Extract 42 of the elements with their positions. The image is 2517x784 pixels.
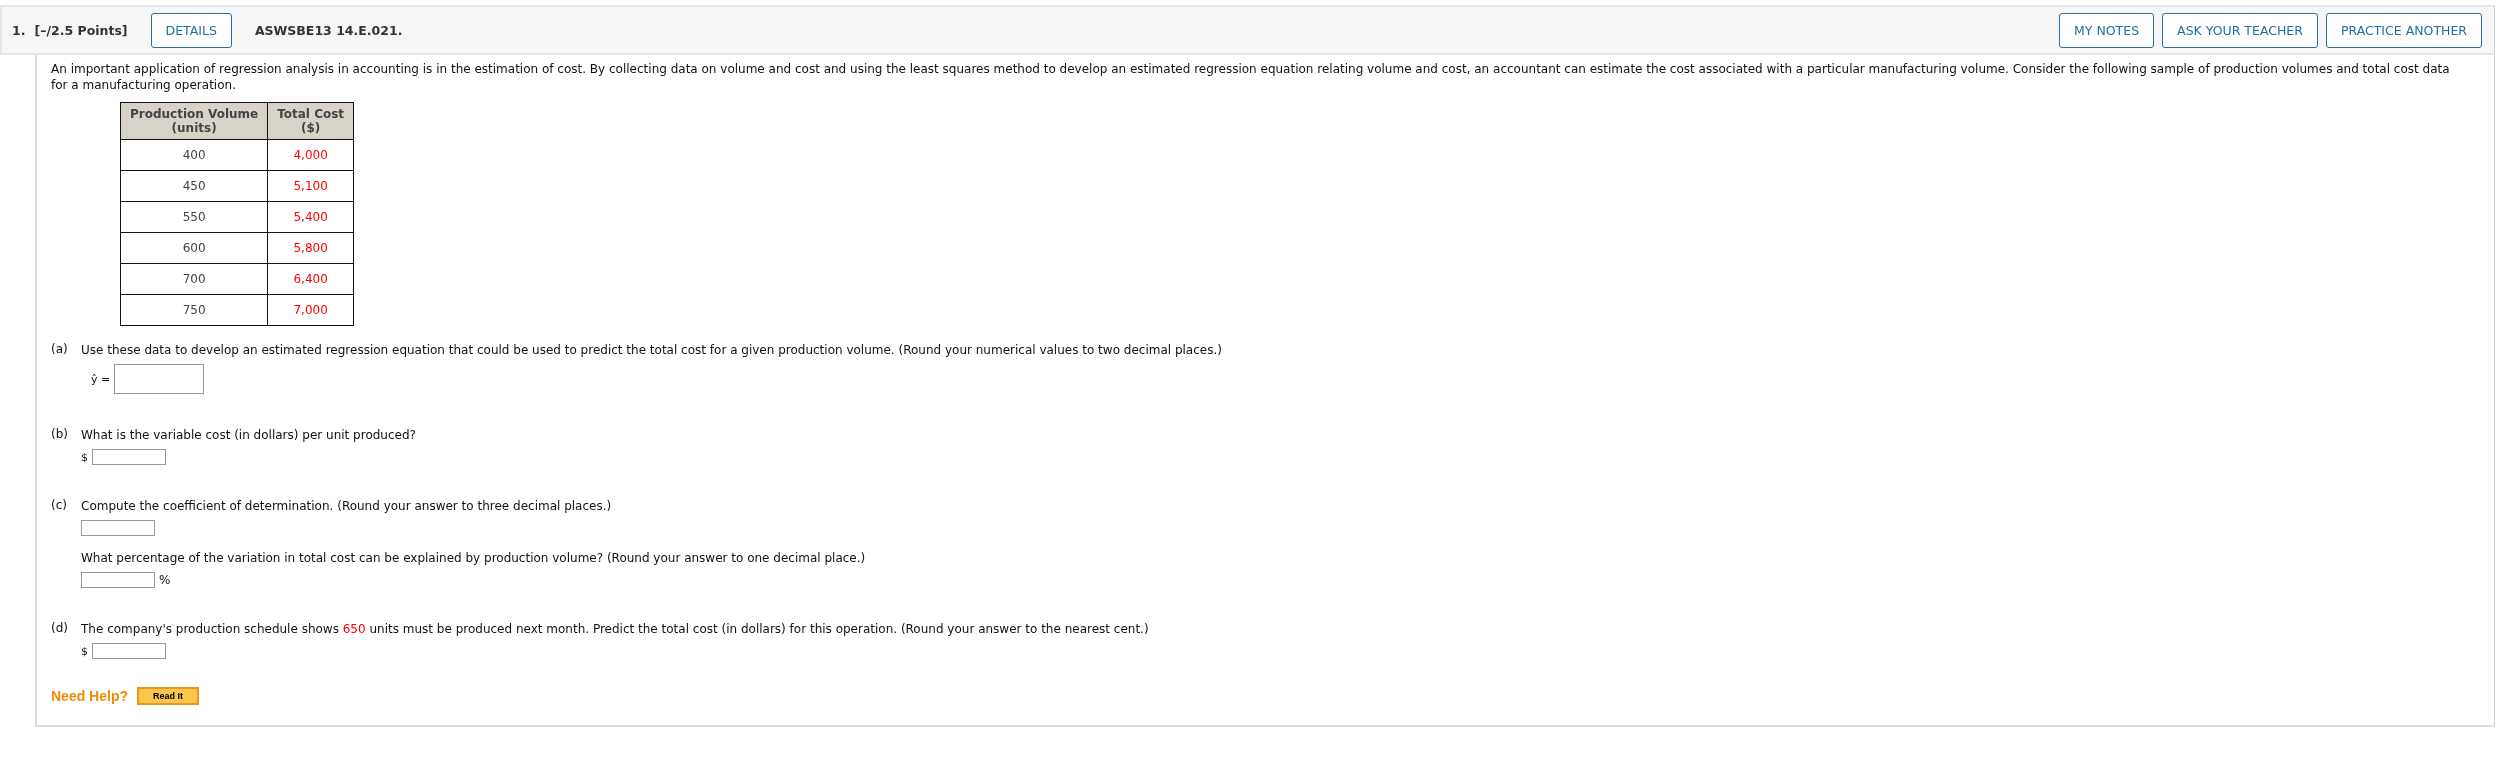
- header-button[interactable]: PRACTICE ANOTHER: [2325, 12, 2482, 48]
- table-cell: 750: [120, 294, 268, 326]
- question-text: The company's production schedule shows 650 units must be produced next month. Predict the total cost (in dollars) for this operation. (Round your answer to the nearest cent.): [81, 621, 1149, 637]
- part-label: (c): [51, 498, 68, 514]
- column-header: Production Volume (units): [120, 102, 268, 140]
- points-label: [–/2.5 Points]: [34, 22, 128, 38]
- header-button[interactable]: MY NOTES: [2059, 12, 2155, 48]
- field-prefix: ŷ =: [91, 372, 111, 386]
- field-suffix: %: [159, 573, 171, 587]
- question-code: ASWSBE13 14.E.021.: [254, 22, 403, 38]
- question-number: 1.: [12, 22, 26, 38]
- field-prefix: $: [81, 644, 88, 658]
- table-cell: 7,000: [267, 294, 354, 326]
- details-button[interactable]: DETAILS: [150, 12, 232, 48]
- table-cell: 4,000: [267, 139, 354, 171]
- table-cell: 5,400: [267, 201, 354, 233]
- table-cell: 400: [120, 139, 268, 171]
- answer-field[interactable]: [92, 643, 166, 659]
- table-cell: 550: [120, 201, 268, 233]
- question-text: Use these data to develop an estimated regression equation that could be used to predict the total cost for a given production volume. (Round your numerical values to two decimal places.): [81, 342, 1222, 358]
- intro-paragraph: An important application of regression analysis in accounting is in the estimation of cost. By collecting data on volume and cost and using the least squares method to develop an estimated regression equation relating volume and cost, an accountant can estimate the cost associated with a particular manufacturing volume. Consider the following sample of production volumes and total cost data for a manufacturing operation.: [51, 61, 2451, 93]
- field-prefix: $: [81, 450, 88, 464]
- help-label: Need Help?: [51, 688, 128, 704]
- header-button[interactable]: ASK YOUR TEACHER: [2162, 12, 2318, 48]
- question-text: What is the variable cost (in dollars) per unit produced?: [81, 427, 416, 443]
- table-cell: 5,800: [267, 232, 354, 264]
- answer-field[interactable]: [81, 520, 155, 536]
- part-label: (d): [51, 621, 69, 637]
- table-cell: 700: [120, 263, 268, 295]
- question-text: What percentage of the variation in total cost can be explained by production volume? (Round your answer to one decimal place.): [81, 550, 866, 566]
- part-label: (b): [51, 427, 69, 443]
- column-header: Total Cost ($): [267, 102, 354, 140]
- table-cell: 600: [120, 232, 268, 264]
- question-text: Compute the coefficient of determination. (Round your answer to three decimal places.): [81, 498, 613, 514]
- part-label: (a): [51, 342, 69, 358]
- read-it-button[interactable]: Read It: [137, 687, 200, 705]
- answer-field[interactable]: [114, 364, 205, 394]
- answer-field[interactable]: [81, 572, 155, 588]
- table-cell: 6,400: [267, 263, 354, 295]
- answer-field[interactable]: [92, 449, 166, 465]
- table-cell: 450: [120, 170, 268, 202]
- table-cell: 5,100: [267, 170, 354, 202]
